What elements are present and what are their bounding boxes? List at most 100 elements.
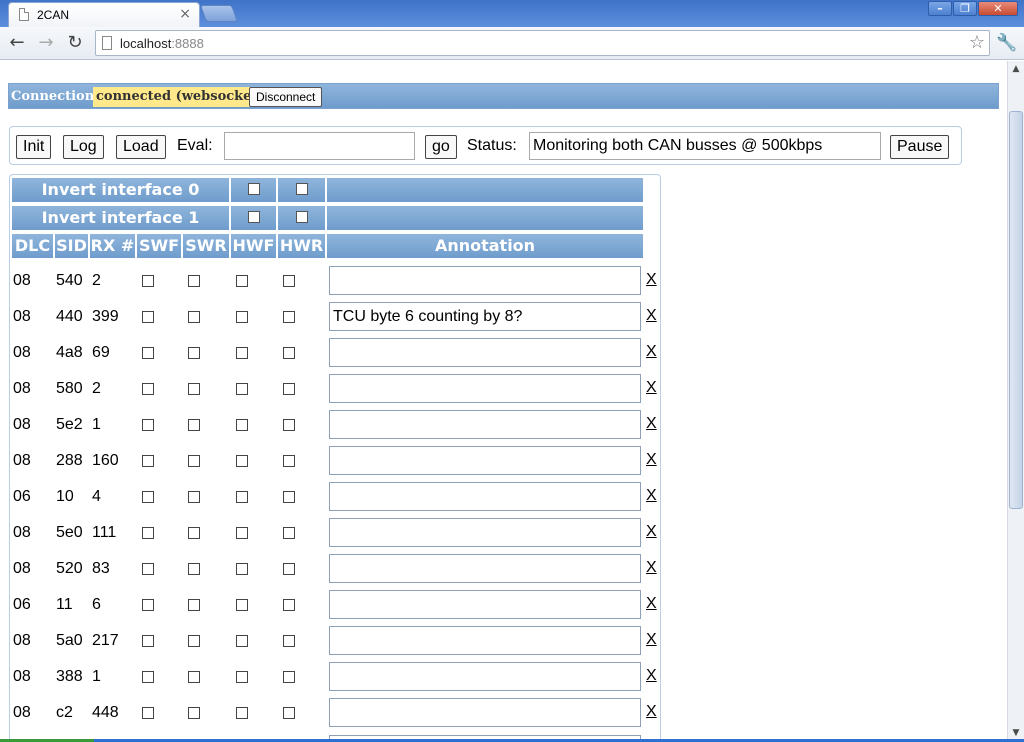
swr-checkbox[interactable] [188, 419, 200, 431]
delete-row-link[interactable]: X [646, 451, 657, 469]
swf-checkbox[interactable] [142, 491, 154, 503]
swf-checkbox[interactable] [142, 671, 154, 683]
hwr-checkbox[interactable] [283, 455, 295, 467]
hwr-checkbox[interactable] [283, 275, 295, 287]
delete-row-link[interactable]: X [646, 595, 657, 613]
hwf-checkbox[interactable] [236, 455, 248, 467]
swr-checkbox[interactable] [188, 275, 200, 287]
load-button[interactable]: Load [116, 135, 166, 159]
hwr-checkbox[interactable] [283, 599, 295, 611]
swf-checkbox[interactable] [142, 311, 154, 323]
annotation-input[interactable] [329, 554, 641, 583]
back-button[interactable]: ← [6, 33, 28, 53]
swr-checkbox[interactable] [188, 707, 200, 719]
annotation-input[interactable] [329, 446, 641, 475]
hwf-checkbox[interactable] [236, 311, 248, 323]
hwf-checkbox[interactable] [236, 491, 248, 503]
swf-checkbox[interactable] [142, 599, 154, 611]
delete-row-link[interactable]: X [646, 523, 657, 541]
hwr-checkbox[interactable] [283, 671, 295, 683]
delete-row-link[interactable]: X [646, 271, 657, 289]
invert-1-front-checkbox[interactable] [247, 211, 260, 223]
hwf-checkbox[interactable] [236, 419, 248, 431]
swf-checkbox[interactable] [142, 527, 154, 539]
swr-checkbox[interactable] [188, 599, 200, 611]
swr-checkbox[interactable] [188, 455, 200, 467]
pause-button[interactable]: Pause [890, 135, 950, 159]
swr-checkbox[interactable] [188, 347, 200, 359]
hwr-checkbox[interactable] [283, 311, 295, 323]
close-window-button[interactable]: ✕ [978, 1, 1018, 16]
hwr-checkbox[interactable] [283, 491, 295, 503]
vertical-scrollbar[interactable]: ▲ ▼ [1007, 61, 1024, 742]
disconnect-button[interactable]: Disconnect [249, 87, 323, 107]
hwf-checkbox[interactable] [236, 527, 248, 539]
swr-checkbox[interactable] [188, 491, 200, 503]
new-tab-button[interactable] [199, 5, 239, 22]
minimize-button[interactable]: – [928, 1, 952, 16]
hwr-checkbox[interactable] [283, 383, 295, 395]
swf-checkbox[interactable] [142, 419, 154, 431]
swf-checkbox[interactable] [142, 275, 154, 287]
status-field[interactable]: Monitoring both CAN busses @ 500kbps [529, 132, 881, 160]
hwr-checkbox[interactable] [283, 347, 295, 359]
hwf-checkbox[interactable] [236, 599, 248, 611]
delete-row-link[interactable]: X [646, 559, 657, 577]
bookmark-star-icon[interactable]: ☆ [969, 32, 985, 53]
eval-input[interactable] [224, 132, 415, 160]
annotation-input[interactable] [329, 662, 641, 691]
swf-checkbox[interactable] [142, 707, 154, 719]
delete-row-link[interactable]: X [646, 667, 657, 685]
swf-checkbox[interactable] [142, 383, 154, 395]
swr-checkbox[interactable] [188, 563, 200, 575]
hwr-checkbox[interactable] [283, 527, 295, 539]
swr-checkbox[interactable] [188, 527, 200, 539]
annotation-input[interactable] [329, 698, 641, 727]
hwf-checkbox[interactable] [236, 671, 248, 683]
hwf-checkbox[interactable] [236, 707, 248, 719]
swf-checkbox[interactable] [142, 563, 154, 575]
delete-row-link[interactable]: X [646, 631, 657, 649]
annotation-input[interactable] [329, 482, 641, 511]
scroll-up-icon[interactable]: ▲ [1008, 61, 1024, 77]
delete-row-link[interactable]: X [646, 703, 657, 721]
maximize-button[interactable]: ❐ [953, 1, 977, 16]
swr-checkbox[interactable] [188, 383, 200, 395]
delete-row-link[interactable]: X [646, 307, 657, 325]
swf-checkbox[interactable] [142, 635, 154, 647]
reload-button[interactable]: ↻ [64, 33, 86, 53]
annotation-input[interactable] [329, 590, 641, 619]
hwr-checkbox[interactable] [283, 635, 295, 647]
annotation-input[interactable] [329, 626, 641, 655]
swf-checkbox[interactable] [142, 347, 154, 359]
annotation-input[interactable] [329, 518, 641, 547]
hwf-checkbox[interactable] [236, 383, 248, 395]
delete-row-link[interactable]: X [646, 343, 657, 361]
forward-button[interactable]: → [35, 33, 57, 53]
browser-tab[interactable]: 2CAN × [8, 2, 200, 27]
hwf-checkbox[interactable] [236, 563, 248, 575]
close-tab-icon[interactable]: × [179, 6, 191, 22]
hwf-checkbox[interactable] [236, 635, 248, 647]
invert-0-front-checkbox[interactable] [247, 183, 260, 195]
delete-row-link[interactable]: X [646, 379, 657, 397]
hwr-checkbox[interactable] [283, 707, 295, 719]
delete-row-link[interactable]: X [646, 487, 657, 505]
swf-checkbox[interactable] [142, 455, 154, 467]
hwf-checkbox[interactable] [236, 347, 248, 359]
log-button[interactable]: Log [63, 135, 104, 159]
invert-1-rear-checkbox[interactable] [295, 211, 308, 223]
swr-checkbox[interactable] [188, 671, 200, 683]
address-bar[interactable]: localhost:8888 ☆ [95, 30, 990, 56]
annotation-input[interactable]: TCU byte 6 counting by 8? [329, 302, 641, 331]
go-button[interactable]: go [425, 135, 457, 159]
scroll-thumb[interactable] [1009, 111, 1023, 509]
init-button[interactable]: Init [16, 135, 52, 159]
delete-row-link[interactable]: X [646, 415, 657, 433]
annotation-input[interactable] [329, 266, 641, 295]
swr-checkbox[interactable] [188, 635, 200, 647]
annotation-input[interactable] [329, 410, 641, 439]
swr-checkbox[interactable] [188, 311, 200, 323]
invert-0-rear-checkbox[interactable] [295, 183, 308, 195]
annotation-input[interactable] [329, 374, 641, 403]
